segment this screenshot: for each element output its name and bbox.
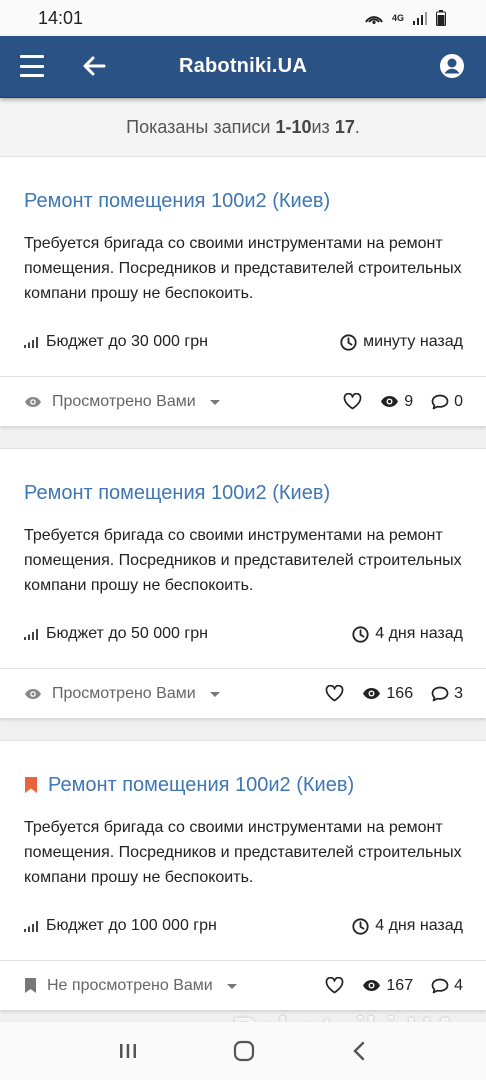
back-nav-icon[interactable] xyxy=(350,1041,368,1061)
views-count: 167 xyxy=(386,976,414,994)
system-nav-bar xyxy=(0,1022,486,1080)
status-bar: 14:01 4G xyxy=(0,0,486,36)
battery-icon xyxy=(436,10,446,26)
signal-icon xyxy=(413,12,427,25)
bookmark-icon[interactable] xyxy=(24,776,38,794)
chevron-down-icon[interactable] xyxy=(209,400,220,405)
heart-icon[interactable] xyxy=(325,977,344,994)
home-icon[interactable] xyxy=(233,1040,255,1062)
listing-meta: Бюджет до 100 000 грн 4 дня назад xyxy=(24,912,463,940)
pager-total: 17 xyxy=(334,116,355,137)
listing-card: Ремонт помещения 100и2 (Киев) Требуется … xyxy=(0,740,486,1010)
chevron-down-icon[interactable] xyxy=(209,692,220,697)
comment-icon[interactable] xyxy=(431,686,449,702)
viewed-status-text[interactable]: Просмотрено Вами xyxy=(52,393,196,411)
budget-text: Бюджет до 50 000 грн xyxy=(46,625,208,642)
status-time: 14:01 xyxy=(38,7,84,28)
viewed-status-dropdown[interactable]: Просмотрено Вами xyxy=(24,685,220,703)
listing-description: Требуется бригада со своими инструментам… xyxy=(24,235,462,302)
comment-icon[interactable] xyxy=(431,978,449,994)
viewed-status-dropdown[interactable]: Не просмотрено Вами xyxy=(24,977,237,995)
app-title: Rabotniki.UA xyxy=(179,55,307,77)
hotspot-icon xyxy=(365,16,383,24)
views-count: 166 xyxy=(386,684,414,702)
listing-meta: Бюджет до 30 000 грн минуту назад xyxy=(24,328,463,356)
listing-title-text[interactable]: Ремонт помещения 100и2 (Киев) xyxy=(24,190,330,213)
user-account-icon[interactable] xyxy=(438,52,466,80)
listing-meta: Бюджет до 50 000 грн 4 дня назад xyxy=(24,620,463,648)
clock-icon xyxy=(340,333,357,351)
time-text: минуту назад xyxy=(363,333,463,350)
viewed-status-dropdown[interactable]: Просмотрено Вами xyxy=(24,393,220,411)
viewed-status-text[interactable]: Просмотрено Вами xyxy=(52,685,196,703)
listing-description: Требуется бригада со своими инструментам… xyxy=(24,527,462,594)
app-bar: Rabotniki.UA xyxy=(0,36,486,98)
eye-icon xyxy=(363,980,381,991)
listing-title-text[interactable]: Ремонт помещения 100и2 (Киев) xyxy=(24,482,330,505)
signal-bars-icon xyxy=(24,337,38,348)
signal-bars-icon xyxy=(24,629,38,640)
recent-apps-icon[interactable] xyxy=(118,1042,138,1060)
clock-icon xyxy=(352,917,369,935)
comments-count: 0 xyxy=(454,392,463,410)
listing-footer: Просмотрено Вами 166 3 xyxy=(0,668,486,718)
listing-title[interactable]: Ремонт помещения 100и2 (Киев) xyxy=(24,183,463,219)
comments-count: 3 xyxy=(454,684,463,702)
comment-icon[interactable] xyxy=(431,394,449,410)
eye-icon xyxy=(25,396,41,407)
eye-icon xyxy=(25,688,41,699)
listing-title[interactable]: Ремонт помещения 100и2 (Киев) xyxy=(24,767,463,803)
listing-card: Ремонт помещения 100и2 (Киев) Требуется … xyxy=(0,156,486,426)
network-label: 4G xyxy=(391,13,404,23)
time-text: 4 дня назад xyxy=(375,625,463,642)
chevron-down-icon[interactable] xyxy=(226,984,237,989)
viewed-status-text[interactable]: Не просмотрено Вами xyxy=(47,977,213,995)
time-text: 4 дня назад xyxy=(375,917,463,934)
eye-icon xyxy=(381,396,399,407)
status-icons: 4G xyxy=(364,10,446,26)
views-count: 9 xyxy=(404,392,414,410)
listing-description: Требуется бригада со своими инструментам… xyxy=(24,819,462,886)
pager-range: 1-10 xyxy=(275,116,312,137)
budget-text: Бюджет до 100 000 грн xyxy=(46,917,217,934)
comments-count: 4 xyxy=(454,976,463,994)
heart-icon[interactable] xyxy=(325,685,344,702)
clock-icon xyxy=(352,625,369,643)
listing-title-text[interactable]: Ремонт помещения 100и2 (Киев) xyxy=(48,774,354,797)
back-arrow-icon[interactable] xyxy=(80,52,108,80)
listing-card: Ремонт помещения 100и2 (Киев) Требуется … xyxy=(0,448,486,718)
budget-text: Бюджет до 30 000 грн xyxy=(46,333,208,350)
listing-title[interactable]: Ремонт помещения 100и2 (Киев) xyxy=(24,475,463,511)
menu-icon[interactable] xyxy=(20,55,44,77)
bookmark-outline-icon xyxy=(25,978,36,993)
pager-info: Показаны записи 1-10 из 17. xyxy=(0,98,486,156)
listing-footer: Просмотрено Вами 9 0 xyxy=(0,376,486,426)
listing-list: Ремонт помещения 100и2 (Киев) Требуется … xyxy=(0,156,486,1010)
signal-bars-icon xyxy=(24,921,38,932)
eye-icon xyxy=(363,688,381,699)
listing-footer: Не просмотрено Вами 167 4 xyxy=(0,960,486,1010)
heart-icon[interactable] xyxy=(343,393,362,410)
